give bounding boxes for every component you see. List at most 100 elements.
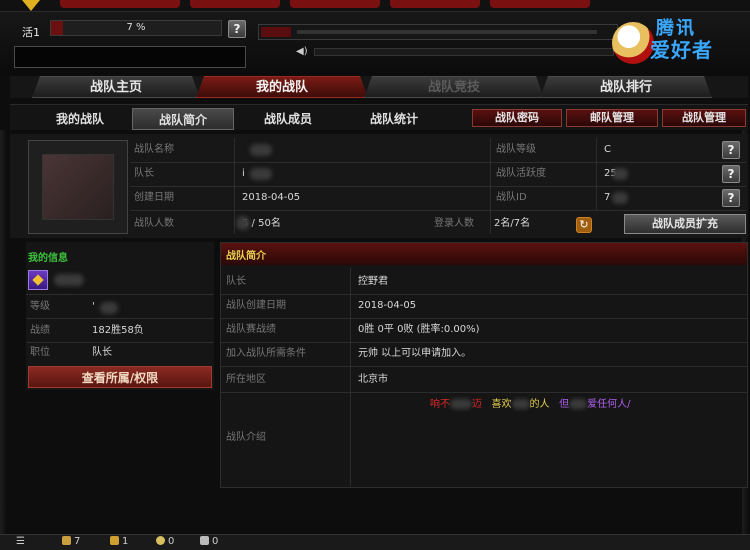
grid-line (350, 268, 351, 486)
bottom-item-medal[interactable]: 1 (110, 536, 128, 548)
media-indicator (261, 27, 291, 37)
sub-tabs: 我的战队 战队简介 战队成员 战队统计 战队密码 邮队管理 战队管理 (10, 104, 748, 130)
intro-desc-label: 战队介绍 (226, 432, 266, 443)
team-name-value (236, 138, 486, 162)
bottom-item-people[interactable]: 7 (62, 536, 80, 548)
tab-team-home[interactable]: 战队主页 (32, 76, 200, 98)
grid-line (221, 318, 747, 319)
subtab-team-intro[interactable]: 战队简介 (132, 108, 234, 130)
help-button[interactable]: ? (722, 141, 740, 159)
team-level-value: C (604, 144, 611, 155)
desc-fragment: 的人 (529, 399, 550, 410)
xp-text: 7 % (126, 22, 146, 33)
volume-slider[interactable] (314, 48, 614, 56)
grid-line (221, 294, 747, 295)
leader-label: 队长 (134, 168, 154, 179)
subtab-team-stats[interactable]: 战队统计 (342, 108, 446, 130)
view-permissions-button[interactable]: 查看所属/权限 (28, 366, 212, 388)
redacted-blur (612, 192, 628, 204)
speaker-icon[interactable]: ◀) (296, 46, 310, 58)
team-manage-button[interactable]: 战队管理 (662, 109, 746, 127)
grid-line (26, 342, 214, 343)
my-record-label: 战绩 (30, 325, 50, 336)
mascot-icon (612, 22, 654, 64)
my-duty-value: 队长 (92, 347, 112, 358)
intro-leader-label: 队长 (226, 276, 246, 287)
menu-icon[interactable]: ☰ (16, 536, 25, 548)
media-seek[interactable] (297, 30, 597, 34)
leader-value: i (242, 168, 245, 179)
main-tabs: 战队主页 我的战队 战队竞技 战队排行 (10, 76, 748, 98)
redacted-blur (569, 399, 588, 409)
help-button[interactable]: ? (228, 20, 246, 38)
xp-bar: 7 % (50, 20, 222, 36)
bottom-item-chat[interactable]: 0 (156, 536, 174, 548)
squad-manage-button[interactable]: 邮队管理 (566, 109, 658, 127)
subtab-my-team[interactable]: 我的战队 (30, 108, 130, 130)
left-rail (0, 130, 8, 534)
intro-region-label: 所在地区 (226, 374, 266, 385)
intro-requirement-label: 加入战队所需条件 (226, 348, 306, 359)
bottom-count: 1 (122, 536, 129, 547)
team-password-button[interactable]: 战队密码 (472, 109, 562, 127)
refresh-icon[interactable]: ↻ (576, 217, 592, 233)
tab-team-ranking[interactable]: 战队排行 (540, 76, 712, 98)
grid-line (234, 138, 235, 234)
strip-segment (490, 0, 590, 8)
redacted-blur (236, 216, 250, 230)
strip-segment (290, 0, 380, 8)
created-label: 创建日期 (134, 192, 174, 203)
chat-input[interactable] (14, 46, 246, 68)
redacted-blur (511, 399, 530, 409)
level-label: 活1 (22, 26, 40, 39)
bottom-item-sound[interactable]: 0 (200, 536, 218, 548)
intro-region-value: 北京市 (358, 374, 388, 385)
team-emblem (28, 140, 128, 234)
people-icon (62, 536, 71, 545)
subtab-team-members[interactable]: 战队成员 (236, 108, 340, 130)
intro-created-label: 战队创建日期 (226, 300, 286, 311)
tab-my-team[interactable]: 我的战队 (196, 76, 368, 98)
strip-segment (390, 0, 480, 8)
my-info-title: 我的信息 (28, 253, 68, 264)
strip-segment (60, 0, 180, 8)
intro-record-value: 0胜 0平 0败 (胜率:0.00%) (358, 324, 480, 335)
team-intro-title: 战队简介 (226, 251, 266, 262)
intro-requirement-value: 元帅 以上可以申请加入。 (358, 348, 472, 359)
media-bar (258, 24, 618, 40)
redacted-blur (612, 168, 628, 180)
team-emblem-image (42, 154, 114, 220)
team-id-label: 战队ID (496, 192, 527, 203)
grid-line (221, 392, 747, 393)
tab-team-competition: 战队竞技 (364, 76, 544, 98)
my-rank-label: 等级 (30, 301, 50, 312)
grid-line (596, 138, 597, 210)
desc-fragment: 爱任何人/ (587, 399, 631, 410)
team-intro-header (221, 243, 747, 265)
intro-created-value: 2018-04-05 (358, 300, 417, 311)
grid-line (26, 318, 214, 319)
top-strip (0, 0, 750, 12)
desc-fragment: 响不 (430, 399, 450, 410)
activity-label: 战队活跃度 (496, 168, 546, 179)
redacted-blur (100, 302, 118, 314)
help-button[interactable]: ? (722, 165, 740, 183)
team-name-label: 战队名称 (134, 144, 174, 155)
members-label: 战队人数 (134, 218, 174, 229)
help-button[interactable]: ? (722, 189, 740, 207)
redacted-blur (250, 168, 272, 180)
logo-icon (22, 0, 40, 11)
my-duty-label: 职位 (30, 347, 50, 358)
speaker-icon (200, 536, 209, 545)
brand-subtitle: 爱好者 (650, 38, 713, 62)
my-rank-value: ' (92, 301, 95, 312)
redacted-blur (450, 399, 472, 409)
intro-description: 响不 迈 喜欢 的人 但 爱任何人/ (430, 398, 630, 412)
redacted-blur (250, 144, 272, 156)
expand-members-button[interactable]: 战队成员扩充 (624, 214, 746, 234)
redacted-blur (54, 274, 84, 286)
desc-fragment: 喜欢 (491, 399, 512, 410)
my-record-value: 182胜58负 (92, 325, 144, 336)
brand-logo: 腾讯 爱好者 (610, 14, 748, 72)
grid-line (130, 210, 746, 211)
